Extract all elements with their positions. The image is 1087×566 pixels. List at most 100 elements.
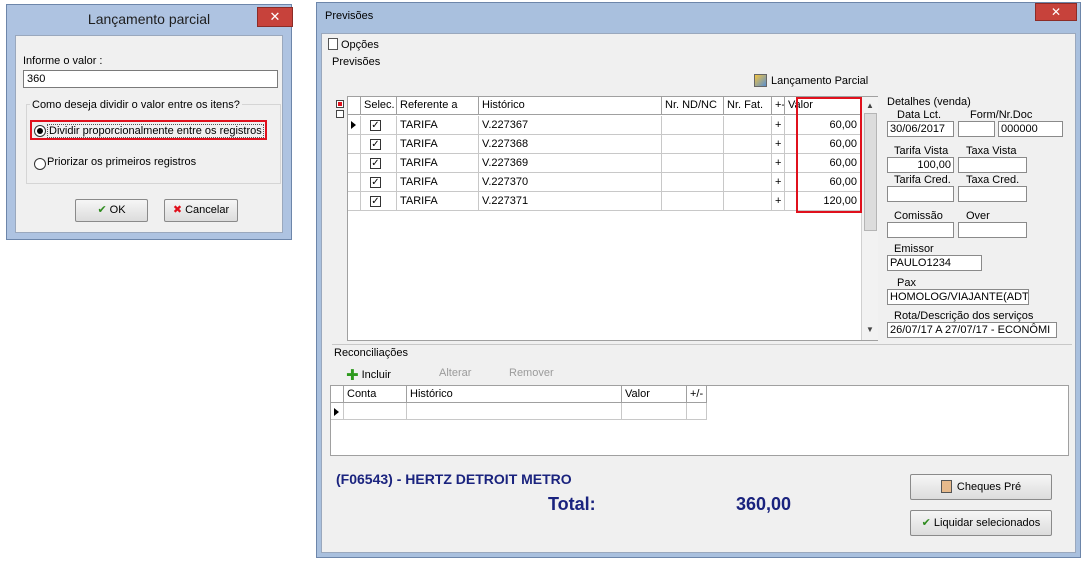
cell-fat[interactable] <box>724 192 772 211</box>
row-checkbox[interactable]: ✓ <box>370 139 381 150</box>
cell-fat[interactable] <box>724 116 772 135</box>
cell-sign[interactable]: + <box>772 116 785 135</box>
window-client: Opções Previsões Lançamento Parcial Sele… <box>321 33 1076 553</box>
cell-ref[interactable]: TARIFA <box>397 173 479 192</box>
rgrid-cell[interactable] <box>622 403 687 420</box>
remover-button[interactable]: Remover <box>509 367 554 379</box>
incluir-button[interactable]: ✚ Incluir <box>346 366 391 384</box>
ok-button[interactable]: ✔ OK <box>75 199 148 222</box>
cell-ref[interactable]: TARIFA <box>397 135 479 154</box>
alterar-button[interactable]: Alterar <box>439 367 471 379</box>
dialog-close-button[interactable]: ✕ <box>257 7 293 27</box>
rgrid-cell[interactable] <box>407 403 622 420</box>
col-header-nr-fat[interactable]: Nr. Fat. <box>724 97 772 115</box>
liquidar-selecionados-button[interactable]: ✔ Liquidar selecionados <box>910 510 1052 536</box>
cell-ref[interactable]: TARIFA <box>397 116 479 135</box>
comissao-field[interactable] <box>887 222 954 238</box>
rgrid-row-header <box>331 386 344 403</box>
cell-selec[interactable]: ✓ <box>361 173 397 192</box>
row-checkbox[interactable]: ✓ <box>370 196 381 207</box>
rcol-header-valor[interactable]: Valor <box>622 386 687 403</box>
cell-fat[interactable] <box>724 173 772 192</box>
cancel-button[interactable]: ✖ Cancelar <box>164 199 238 222</box>
cell-selec[interactable]: ✓ <box>361 116 397 135</box>
rcol-header-historico[interactable]: Histórico <box>407 386 622 403</box>
table-row[interactable]: ✓ TARIFA V.227370 +60,00 <box>348 173 861 192</box>
grid-scrollbar[interactable]: ▲ ▼ <box>861 97 878 340</box>
incluir-label: Incluir <box>361 369 391 381</box>
over-field[interactable] <box>958 222 1027 238</box>
cell-historico[interactable]: V.227371 <box>479 192 662 211</box>
table-row[interactable]: ✓ TARIFA V.227368 +60,00 <box>348 135 861 154</box>
options-icon <box>328 38 338 50</box>
taxa-cred-label: Taxa Cred. <box>966 174 1020 186</box>
value-input[interactable]: 360 <box>23 70 278 88</box>
select-none-icon[interactable] <box>336 110 344 118</box>
col-header-selec[interactable]: Selec. <box>361 97 397 115</box>
row-checkbox[interactable]: ✓ <box>370 177 381 188</box>
window-close-button[interactable]: ✕ <box>1035 3 1077 21</box>
menu-opcoes[interactable]: Opções <box>328 38 379 51</box>
cell-fat[interactable] <box>724 154 772 173</box>
form-field[interactable] <box>958 121 995 137</box>
rgrid-cell[interactable] <box>687 403 707 420</box>
cell-nd[interactable] <box>662 116 724 135</box>
radio-prioritize-label[interactable]: Priorizar os primeiros registros <box>47 156 196 168</box>
row-indicator <box>348 173 361 192</box>
rcol-header-conta[interactable]: Conta <box>344 386 407 403</box>
cell-nd[interactable] <box>662 154 724 173</box>
table-row[interactable]: ✓ TARIFA V.227367 +60,00 <box>348 116 861 135</box>
cell-historico[interactable]: V.227367 <box>479 116 662 135</box>
rcol-header-sign[interactable]: +/- <box>687 386 707 403</box>
select-all-icon[interactable] <box>336 100 344 108</box>
rgrid-cell[interactable] <box>344 403 407 420</box>
tarifa-vista-label: Tarifa Vista <box>894 145 949 157</box>
col-header-historico[interactable]: Histórico <box>479 97 662 115</box>
row-checkbox[interactable]: ✓ <box>370 120 381 131</box>
cell-ref[interactable]: TARIFA <box>397 154 479 173</box>
scroll-up-icon[interactable]: ▲ <box>866 101 874 110</box>
row-indicator <box>348 192 361 211</box>
nr-doc-field[interactable]: 000000 <box>998 121 1063 137</box>
cell-ref[interactable]: TARIFA <box>397 192 479 211</box>
cheques-pre-button[interactable]: Cheques Pré <box>910 474 1052 500</box>
data-lct-field[interactable]: 30/06/2017 <box>887 121 954 137</box>
table-row[interactable]: ✓ TARIFA V.227371 +120,00 <box>348 192 861 211</box>
cell-nd[interactable] <box>662 135 724 154</box>
tarifa-cred-field[interactable] <box>887 186 954 202</box>
cell-historico[interactable]: V.227370 <box>479 173 662 192</box>
taxa-vista-field[interactable] <box>958 157 1027 173</box>
emissor-field[interactable]: PAULO1234 <box>887 255 982 271</box>
rota-field[interactable]: 26/07/17 A 27/07/17 - ECONÔMI <box>887 322 1057 338</box>
liquidar-label: Liquidar selecionados <box>933 517 1041 529</box>
cell-selec[interactable]: ✓ <box>361 135 397 154</box>
col-header-sign[interactable]: +- <box>772 97 785 115</box>
radio-prioritize[interactable] <box>34 158 46 170</box>
grid-row-header <box>348 97 361 115</box>
cell-nd[interactable] <box>662 173 724 192</box>
radio-proportional-label[interactable]: Dividir proporcionalmente entre os regis… <box>47 124 264 138</box>
over-label: Over <box>966 210 990 222</box>
radio-proportional[interactable] <box>34 125 46 137</box>
row-checkbox[interactable]: ✓ <box>370 158 381 169</box>
pax-field[interactable]: HOMOLOG/VIAJANTE(ADT) <box>887 289 1029 305</box>
edit-icon <box>754 74 767 87</box>
tarifa-vista-field[interactable]: 100,00 <box>887 157 954 173</box>
lancamento-parcial-button[interactable]: Lançamento Parcial <box>754 74 868 87</box>
cell-nd[interactable] <box>662 192 724 211</box>
cell-sign[interactable]: + <box>772 135 785 154</box>
cell-sign[interactable]: + <box>772 154 785 173</box>
cell-fat[interactable] <box>724 135 772 154</box>
cell-sign[interactable]: + <box>772 192 785 211</box>
cell-sign[interactable]: + <box>772 173 785 192</box>
cell-historico[interactable]: V.227368 <box>479 135 662 154</box>
col-header-nd-nc[interactable]: Nr. ND/NC <box>662 97 724 115</box>
taxa-cred-field[interactable] <box>958 186 1027 202</box>
cell-historico[interactable]: V.227369 <box>479 154 662 173</box>
col-header-referente[interactable]: Referente a <box>397 97 479 115</box>
cell-selec[interactable]: ✓ <box>361 192 397 211</box>
cell-selec[interactable]: ✓ <box>361 154 397 173</box>
table-row[interactable]: ✓ TARIFA V.227369 +60,00 <box>348 154 861 173</box>
scroll-down-icon[interactable]: ▼ <box>866 325 874 334</box>
scroll-thumb[interactable] <box>864 113 877 231</box>
